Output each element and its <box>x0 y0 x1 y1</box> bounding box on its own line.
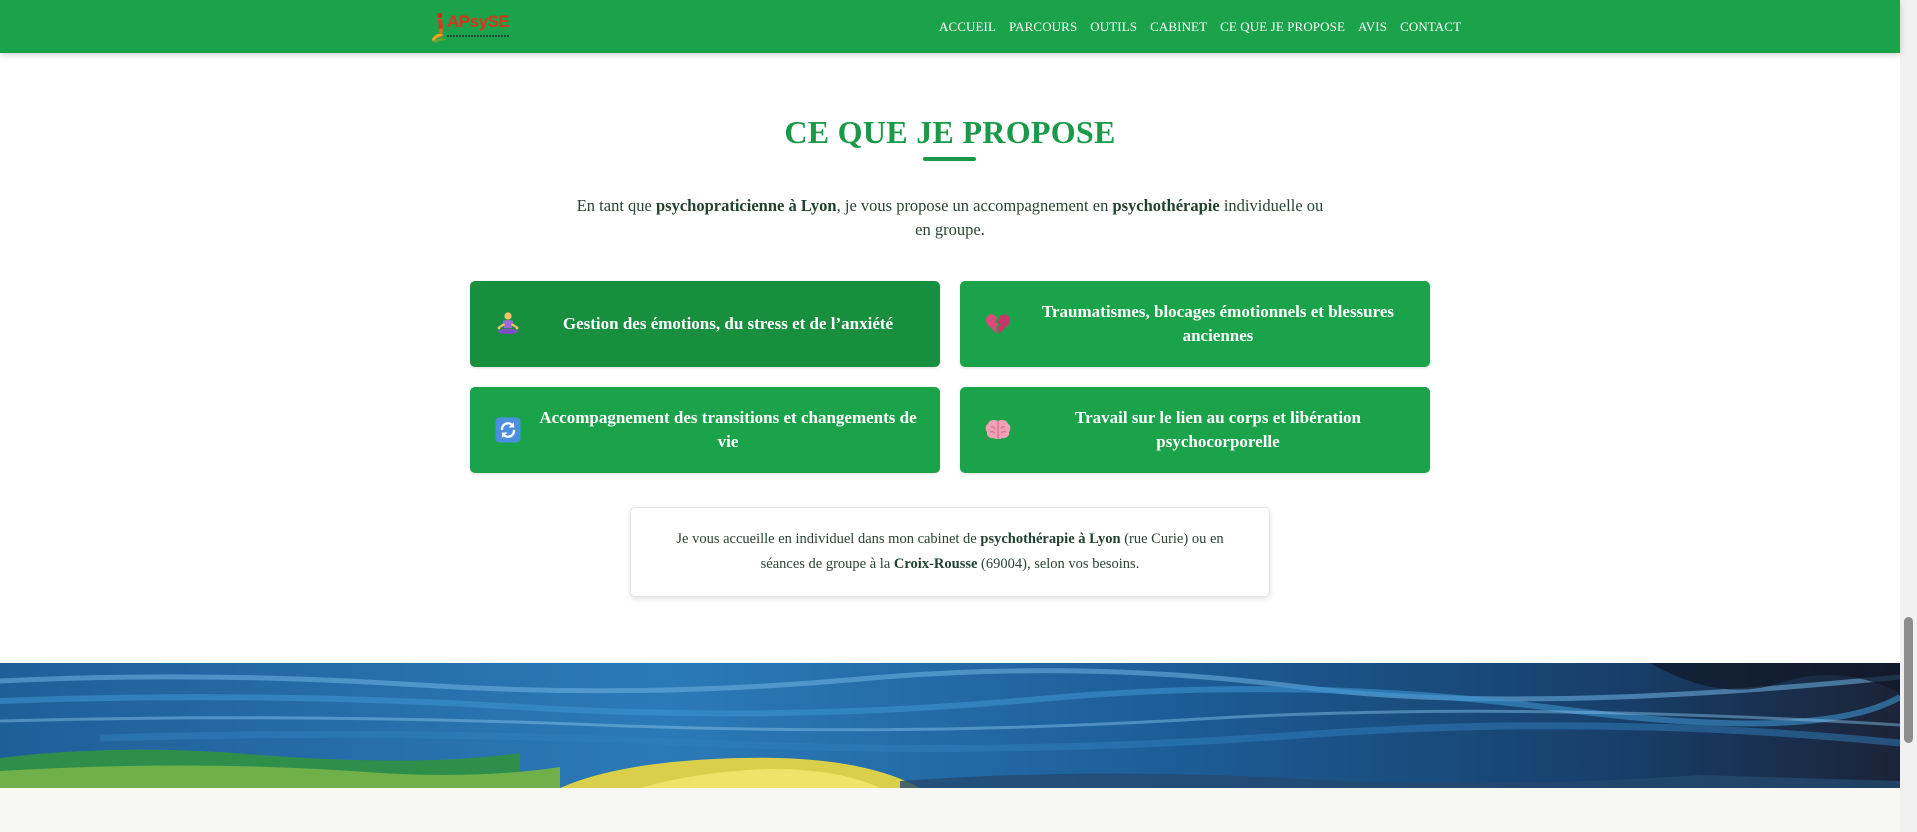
info-bold-2: Croix-Rousse <box>893 556 978 572</box>
page-scrollbar[interactable] <box>1900 0 1917 832</box>
nav-avis[interactable]: AVIS <box>1358 19 1387 35</box>
next-section-background <box>0 788 1900 832</box>
site-header: APsySE ACCUEIL PARCOURS OUTILS CABINET C… <box>0 0 1900 53</box>
service-card-traumatismes[interactable]: Traumatismes, blocages émotionnels et bl… <box>960 281 1430 367</box>
intro-bold-1: psychopraticienne à Lyon <box>656 196 837 215</box>
service-card-transitions[interactable]: Accompagnement des transitions et change… <box>470 387 940 473</box>
info-bold-1: psychothérapie à Lyon <box>980 531 1121 547</box>
broken-heart-icon <box>982 308 1014 340</box>
info-text-1: Je vous accueille en individuel dans mon… <box>676 531 981 547</box>
brain-icon <box>982 414 1014 446</box>
site-logo[interactable]: APsySE <box>430 10 512 44</box>
card-label: Accompagnement des transitions et change… <box>539 408 917 451</box>
meditation-icon <box>492 308 524 340</box>
info-text-3: (69004), selon vos besoins. <box>977 556 1140 572</box>
intro-paragraph: En tant que psychopraticienne à Lyon, je… <box>575 194 1325 242</box>
section-title: CE QUE JE PROPOSE <box>784 114 1116 150</box>
card-label: Traumatismes, blocages émotionnels et bl… <box>1041 302 1395 345</box>
card-label: Gestion des émotions, du stress et de l’… <box>562 314 894 333</box>
intro-text-1: En tant que <box>576 196 656 215</box>
nav-cabinet[interactable]: CABINET <box>1150 19 1207 35</box>
service-card-corps[interactable]: Travail sur le lien au corps et libérati… <box>960 387 1430 473</box>
logo-text: APsySE <box>447 12 510 31</box>
painting-banner <box>0 663 1900 788</box>
nav-ce-que-je-propose[interactable]: CE QUE JE PROPOSE <box>1220 19 1345 35</box>
intro-bold-2: psychothérapie <box>1112 196 1220 215</box>
main-nav: ACCUEIL PARCOURS OUTILS CABINET CE QUE J… <box>939 0 1474 53</box>
nav-contact[interactable]: CONTACT <box>1400 19 1461 35</box>
scrollbar-thumb[interactable] <box>1904 617 1913 743</box>
refresh-icon <box>492 414 524 446</box>
service-card-emotions[interactable]: Gestion des émotions, du stress et de l’… <box>470 281 940 367</box>
nav-outils[interactable]: OUTILS <box>1090 19 1137 35</box>
intro-text-2: , je vous propose un accompagnement en <box>836 196 1113 215</box>
logo-tagline <box>447 35 509 37</box>
nav-parcours[interactable]: PARCOURS <box>1009 19 1077 35</box>
info-box: Je vous accueille en individuel dans mon… <box>630 507 1270 597</box>
card-label: Travail sur le lien au corps et libérati… <box>1075 408 1361 451</box>
nav-accueil[interactable]: ACCUEIL <box>939 19 996 35</box>
info-paragraph: Je vous accueille en individuel dans mon… <box>661 527 1239 577</box>
title-underline <box>923 157 976 161</box>
